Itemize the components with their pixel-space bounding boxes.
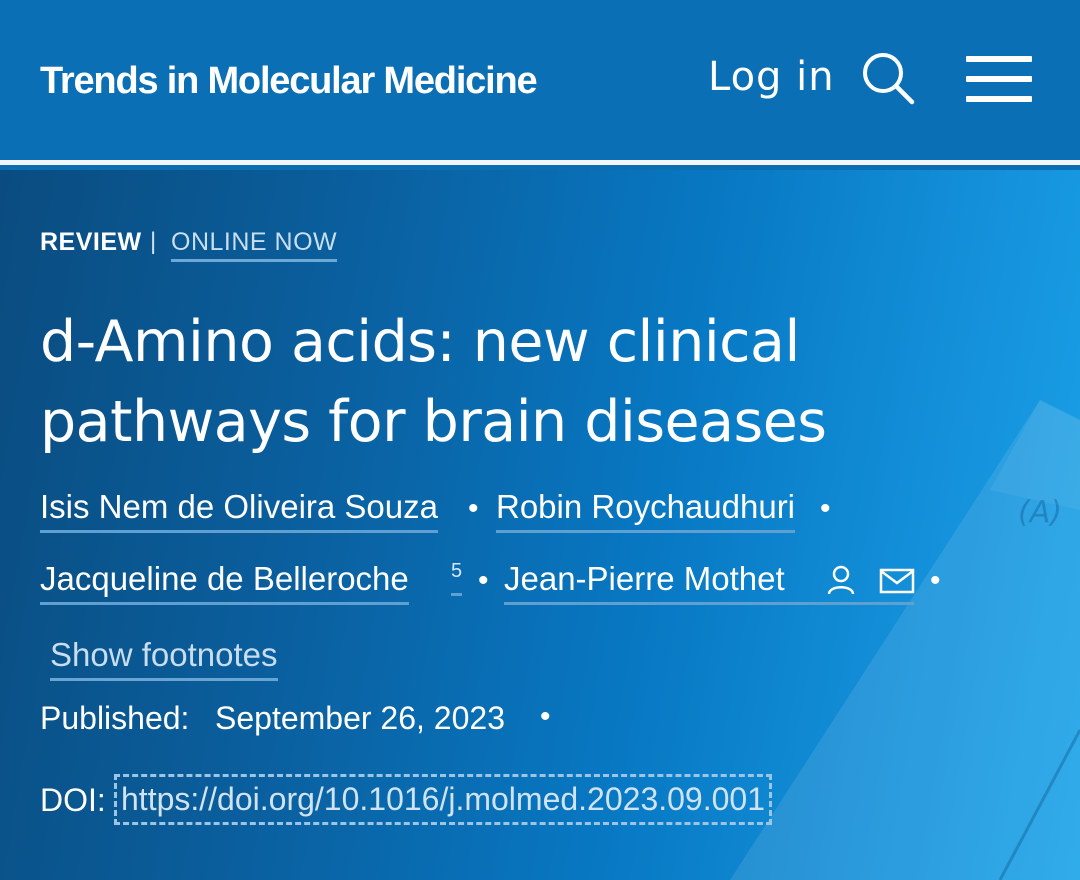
article-title: d-Amino acids: new clinical pathways for… (40, 309, 827, 455)
author-link[interactable]: Jacqueline de Belleroche (40, 560, 409, 605)
person-icon[interactable] (826, 564, 856, 596)
author-name: Jean-Pierre Mothet (504, 560, 785, 597)
email-icon[interactable] (879, 568, 915, 594)
journal-logo[interactable]: Trends in Molecular Medicine (40, 60, 538, 103)
author-separator: • (930, 564, 941, 597)
author-separator: • (468, 492, 479, 525)
online-now-link[interactable]: ONLINE NOW (171, 228, 338, 262)
author-separator: • (478, 564, 489, 597)
published-label: Published: (40, 700, 190, 736)
login-link[interactable]: Log in (708, 54, 835, 100)
author-footnote-marker[interactable]: 5 (451, 560, 463, 596)
svg-text:(A): (A) (1018, 495, 1062, 530)
author-link[interactable]: Isis Nem de Oliveira Souza (40, 488, 438, 533)
article-header: (A) REVIEW | ONLINE NOW d-Amino acids: n… (0, 170, 1080, 880)
doi-link[interactable]: https://doi.org/10.1016/j.molmed.2023.09… (114, 774, 772, 825)
show-footnotes-button[interactable]: Show footnotes (50, 636, 278, 681)
hamburger-menu-icon[interactable] (966, 56, 1032, 104)
article-type-label: REVIEW (40, 228, 142, 256)
author-separator: • (820, 492, 831, 525)
author-link[interactable]: Robin Roychaudhuri (496, 488, 796, 533)
type-separator: | (150, 228, 157, 255)
doi-label: DOI: (40, 782, 106, 818)
site-header: Trends in Molecular Medicine Log in (0, 0, 1080, 165)
search-icon[interactable] (860, 50, 916, 106)
published-date: September 26, 2023 (215, 700, 505, 736)
published-separator: • (540, 700, 551, 733)
